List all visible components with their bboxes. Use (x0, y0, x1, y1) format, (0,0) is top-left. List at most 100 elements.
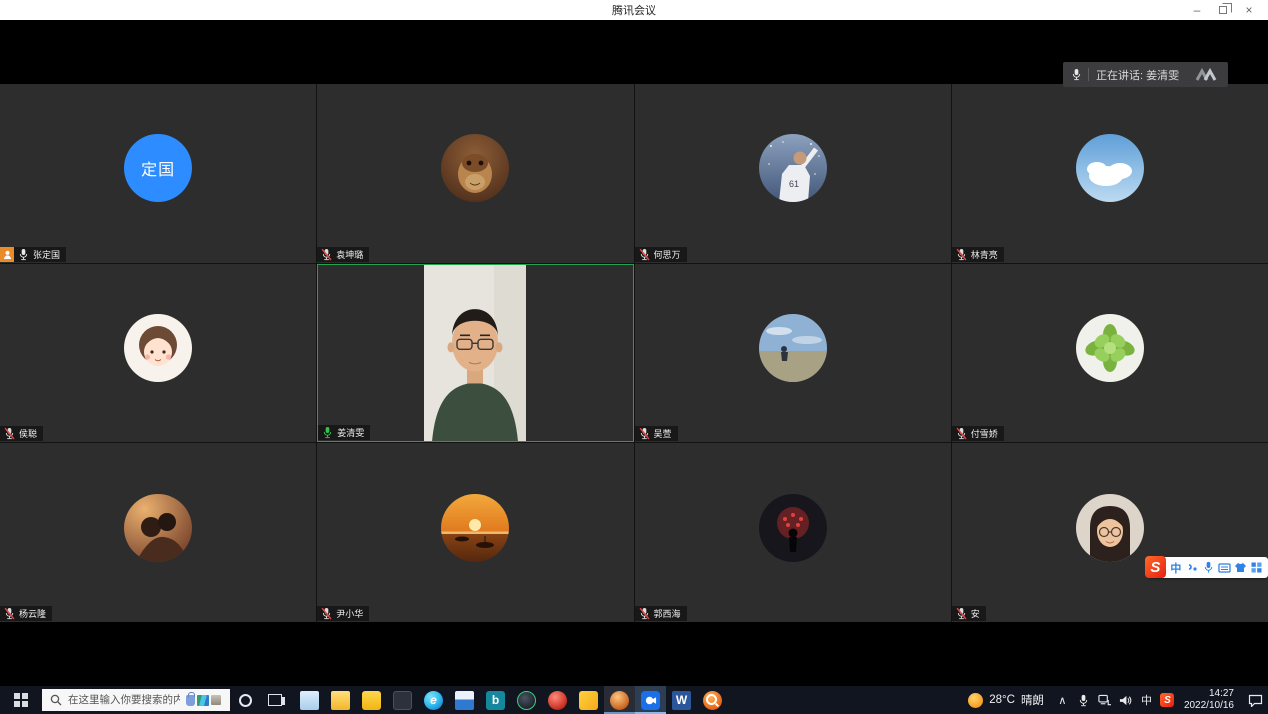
tencent-meeting-window: 腾讯会议 – × 正在讲话: 姜清雯 定国 (0, 0, 1268, 714)
start-button[interactable] (0, 686, 42, 714)
mail-icon (300, 691, 319, 710)
taskbar-app-yellow-notes[interactable] (356, 686, 387, 714)
participant-label: 林青亮 (952, 247, 1004, 262)
pinned-apps: e b W (294, 686, 728, 714)
avatar-woman-glasses-photo (1076, 494, 1144, 562)
taskbar-app-yellow-square[interactable] (573, 686, 604, 714)
mic-muted-icon (321, 248, 332, 261)
participant-label: 何思万 (635, 247, 687, 262)
voice-input-icon[interactable] (1201, 560, 1215, 576)
participant-name: 袁坤璐 (336, 248, 363, 261)
taskbar-app-word[interactable]: W (666, 686, 697, 714)
participant-tile[interactable]: 尹小华 (317, 443, 633, 622)
mic-muted-icon (4, 427, 15, 440)
participant-label: 张定国 (0, 247, 66, 262)
weather-condition: 晴朗 (1021, 692, 1044, 708)
keyboard-icon[interactable] (1217, 560, 1231, 576)
participant-tile[interactable]: 林青亮 (952, 84, 1268, 263)
taskbar-app-tencent-meeting[interactable] (635, 686, 666, 714)
mic-muted-icon (4, 607, 15, 620)
tray-chevron-up[interactable]: ∧ (1052, 686, 1073, 714)
cortana-button[interactable] (230, 686, 260, 714)
taskbar-app-red-circle[interactable] (542, 686, 573, 714)
participant-label: 袁坤璐 (317, 247, 369, 262)
clock-time: 14:27 (1184, 688, 1234, 701)
cortana-icon (239, 694, 252, 707)
participant-tile[interactable]: 郭西海 (635, 443, 951, 622)
minimize-button[interactable]: – (1184, 0, 1210, 20)
sogou-logo-icon[interactable]: S (1145, 556, 1166, 578)
participant-tile-active-speaker[interactable]: 姜清雯 (317, 264, 633, 443)
mic-muted-icon (639, 427, 650, 440)
taskbar-app-edge[interactable]: e (418, 686, 449, 714)
restore-button[interactable] (1210, 0, 1236, 20)
participant-tile[interactable]: 吴萱 (635, 264, 951, 443)
svg-text:61: 61 (789, 179, 799, 189)
taskbar-app-dark-circle[interactable] (511, 686, 542, 714)
taskbar-app-orange-browser[interactable] (604, 686, 635, 714)
punctuation-icon[interactable] (1185, 560, 1199, 576)
sogou-tray-icon[interactable]: S (1157, 686, 1178, 714)
skin-icon[interactable] (1234, 560, 1248, 576)
participant-name: 付雪娇 (971, 427, 998, 440)
participant-tile[interactable]: 安 (952, 443, 1268, 622)
avatar-orangutan-photo (441, 134, 509, 202)
mic-muted-icon (956, 427, 967, 440)
ime-mode-indicator[interactable]: 中 (1136, 686, 1157, 714)
participant-name: 郭西海 (654, 607, 681, 620)
sun-icon (968, 693, 983, 708)
taskbar-app-calendar[interactable] (449, 686, 480, 714)
participant-tile[interactable]: 袁坤璐 (317, 84, 633, 263)
restore-icon (1219, 6, 1227, 14)
notification-center-button[interactable] (1242, 686, 1268, 714)
yellow-app-icon (579, 691, 598, 710)
participant-label: 杨云隆 (0, 606, 52, 621)
taskbar-app-dark-utility[interactable] (387, 686, 418, 714)
task-view-icon (268, 694, 282, 706)
weather-widget[interactable]: 28°C 晴朗 (960, 692, 1052, 708)
taskbar-app-file-explorer[interactable] (325, 686, 356, 714)
titlebar: 腾讯会议 – × (0, 0, 1268, 20)
participant-label: 姜清雯 (318, 425, 370, 440)
task-view-button[interactable] (260, 686, 290, 714)
search-input[interactable] (68, 694, 180, 706)
participant-name: 侯聪 (19, 427, 37, 440)
participant-tile[interactable]: 付雪娇 (952, 264, 1268, 443)
weather-temp: 28°C (989, 694, 1015, 706)
participant-tile[interactable]: 侯聪 (0, 264, 316, 443)
participant-label: 郭西海 (635, 606, 687, 621)
window-controls: – × (1184, 0, 1262, 20)
participant-label: 安 (952, 606, 986, 621)
notification-icon (1248, 694, 1263, 707)
divider (1088, 68, 1089, 81)
taskbar-app-bing[interactable]: b (480, 686, 511, 714)
sogou-s-badge: S (1160, 693, 1174, 707)
bing-icon: b (486, 691, 505, 710)
tray-mic-icon[interactable] (1073, 686, 1094, 714)
avatar-couple-photo (124, 494, 192, 562)
clock-date: 2022/10/16 (1184, 700, 1234, 713)
participant-name: 何思万 (654, 248, 681, 261)
toolbox-icon[interactable] (1250, 560, 1264, 576)
taskbar-app-orange-search[interactable] (697, 686, 728, 714)
window-title: 腾讯会议 (612, 2, 656, 18)
taskbar-search-box[interactable] (42, 689, 230, 711)
orange-search-icon (703, 691, 722, 710)
mic-muted-icon (639, 607, 650, 620)
network-icon[interactable] (1094, 686, 1115, 714)
windows-logo-icon (14, 693, 28, 707)
participant-tile[interactable]: 杨云隆 (0, 443, 316, 622)
mic-muted-icon (956, 607, 967, 620)
photo-icon (211, 695, 221, 705)
volume-icon[interactable] (1115, 686, 1136, 714)
video-grid: 定国 张定国 (0, 84, 1268, 622)
taskbar-app-mail[interactable] (294, 686, 325, 714)
participant-tile[interactable]: 定国 张定国 (0, 84, 316, 263)
participant-name: 林青亮 (971, 248, 998, 261)
ime-chinese-mode-button[interactable]: 中 (1169, 560, 1183, 576)
participant-name: 杨云隆 (19, 607, 46, 620)
close-button[interactable]: × (1236, 0, 1262, 20)
taskbar-clock[interactable]: 14:27 2022/10/16 (1178, 688, 1242, 713)
participant-tile[interactable]: 61 何思万 (635, 84, 951, 263)
live-video-feed (424, 265, 526, 442)
